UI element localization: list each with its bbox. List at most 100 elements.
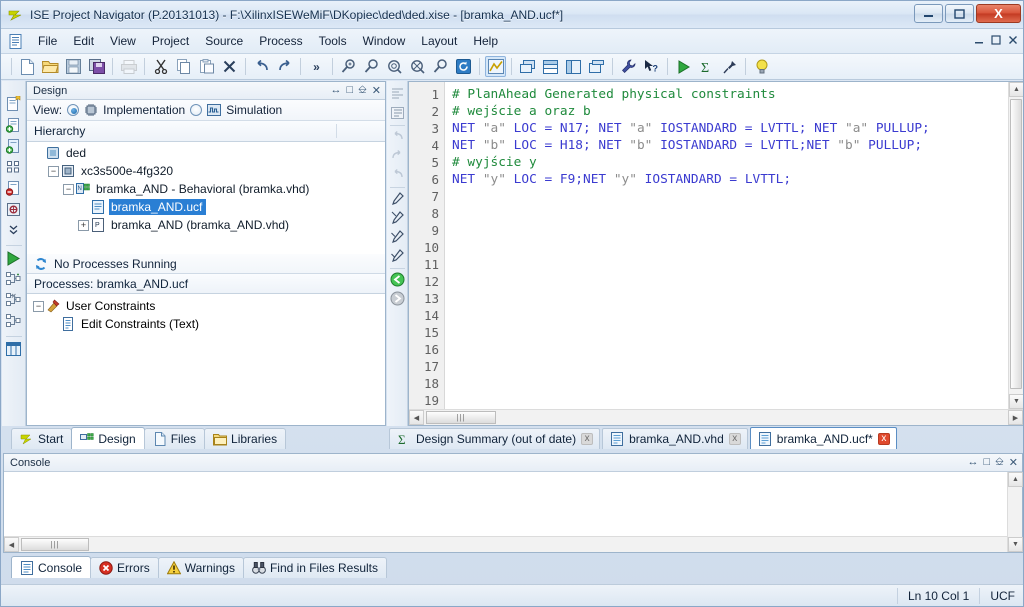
- code-line[interactable]: [452, 324, 1023, 341]
- editor-tab-close-icon[interactable]: x: [581, 433, 594, 445]
- panel-4-icon[interactable]: [586, 56, 607, 77]
- open-file-icon[interactable]: [40, 56, 61, 77]
- process-tree[interactable]: − User Constraints Edit Constraints (Text): [27, 294, 385, 425]
- scroll-left-button[interactable]: ◀: [409, 410, 424, 425]
- paste-icon[interactable]: [196, 56, 217, 77]
- code-line[interactable]: # wejście a oraz b: [452, 103, 1023, 120]
- toggle-bookmark-icon[interactable]: [389, 209, 406, 226]
- code-line[interactable]: [452, 205, 1023, 222]
- mdi-close-button[interactable]: [1007, 34, 1020, 47]
- code-line[interactable]: [452, 358, 1023, 375]
- prev-bookmark-icon[interactable]: [389, 247, 406, 264]
- console-tab-errors[interactable]: Errors: [90, 557, 159, 578]
- design-tab-files[interactable]: Files: [143, 428, 206, 449]
- rerun-all-icon[interactable]: [5, 312, 23, 330]
- tree-collapse-toggle[interactable]: −: [33, 300, 44, 312]
- tree-collapse-toggle[interactable]: −: [48, 165, 59, 177]
- code-line[interactable]: [452, 307, 1023, 324]
- save-icon[interactable]: [63, 56, 84, 77]
- tree-node[interactable]: − xc3s500e-4fg320: [27, 162, 385, 180]
- run-icon[interactable]: [673, 56, 694, 77]
- add-copy-source-icon[interactable]: [5, 137, 23, 155]
- zoom-out-icon[interactable]: [407, 56, 428, 77]
- code-line[interactable]: [452, 188, 1023, 205]
- minimize-button[interactable]: [914, 4, 943, 23]
- editor-tab-close-icon[interactable]: x: [728, 433, 741, 445]
- pin-icon[interactable]: [719, 56, 740, 77]
- editor-tab[interactable]: bramka_AND.vhd x: [602, 428, 748, 449]
- code-line[interactable]: # wyjście y: [452, 154, 1023, 171]
- menu-item-process[interactable]: Process: [251, 31, 310, 51]
- remove-source-icon[interactable]: [5, 179, 23, 197]
- design-view-icon[interactable]: [485, 56, 506, 77]
- back-icon[interactable]: [389, 271, 406, 288]
- console-scroll-left-button[interactable]: ◀: [4, 537, 19, 552]
- code-line[interactable]: # PlanAhead Generated physical constrain…: [452, 86, 1023, 103]
- editor-tab[interactable]: Σ Design Summary (out of date) x: [389, 428, 601, 449]
- copy-icon[interactable]: [173, 56, 194, 77]
- code-line[interactable]: NET "b" LOC = H18; NET "b" IOSTANDARD = …: [452, 137, 1023, 154]
- code-line[interactable]: NET "y" LOC = F9;NET "y" IOSTANDARD = LV…: [452, 171, 1023, 188]
- scroll-up-button[interactable]: ▲: [1009, 82, 1023, 97]
- tree-node[interactable]: Edit Constraints (Text): [27, 315, 385, 333]
- next-bookmark-icon[interactable]: [389, 228, 406, 245]
- maximize-icon[interactable]: □: [346, 84, 353, 97]
- replace-icon[interactable]: [430, 56, 451, 77]
- menu-item-view[interactable]: View: [102, 31, 144, 51]
- float-icon[interactable]: ↔: [967, 456, 978, 469]
- idea-bulb-icon[interactable]: [751, 56, 772, 77]
- float-icon[interactable]: ↔: [330, 84, 341, 97]
- mdi-minimize-button[interactable]: [973, 34, 986, 47]
- maximize-button[interactable]: [945, 4, 974, 23]
- menu-item-project[interactable]: Project: [144, 31, 197, 51]
- view-option-simulation-label[interactable]: Simulation: [226, 103, 282, 117]
- code-line[interactable]: NET "a" LOC = N17; NET "a" IOSTANDARD = …: [452, 120, 1023, 137]
- zoom-in-icon[interactable]: [384, 56, 405, 77]
- close-button[interactable]: X: [976, 4, 1021, 23]
- sum-icon[interactable]: Σ: [696, 56, 717, 77]
- restore-icon[interactable]: ⎒: [995, 456, 1004, 469]
- menu-item-edit[interactable]: Edit: [65, 31, 102, 51]
- implement-top-icon[interactable]: [5, 270, 23, 288]
- redo-icon[interactable]: [274, 56, 295, 77]
- tree-node[interactable]: − User Constraints: [27, 297, 385, 315]
- save-all-icon[interactable]: [86, 56, 107, 77]
- cut-icon[interactable]: [150, 56, 171, 77]
- tree-node[interactable]: ded: [27, 144, 385, 162]
- code-line[interactable]: [452, 222, 1023, 239]
- editor-tab-close-icon[interactable]: x: [877, 432, 890, 445]
- tree-expand-toggle[interactable]: +: [78, 219, 89, 231]
- view-report-icon[interactable]: [5, 340, 23, 358]
- find-next-icon[interactable]: [361, 56, 382, 77]
- maximize-icon[interactable]: □: [983, 456, 990, 469]
- scroll-right-button[interactable]: ▶: [1008, 410, 1023, 425]
- add-source-icon[interactable]: [5, 116, 23, 134]
- design-tab-libraries[interactable]: Libraries: [204, 428, 287, 449]
- editor-tab[interactable]: bramka_AND.ucf* x: [749, 427, 897, 449]
- editor-horizontal-scrollbar[interactable]: ◀ ||| ▶: [409, 409, 1023, 425]
- code-line[interactable]: [452, 256, 1023, 273]
- vertical-scroll-thumb[interactable]: [1010, 99, 1022, 389]
- overflow-icon[interactable]: »: [306, 56, 327, 77]
- delete-icon[interactable]: [219, 56, 240, 77]
- code-line[interactable]: [452, 239, 1023, 256]
- design-tab-design[interactable]: Design: [71, 427, 145, 449]
- tree-node[interactable]: − Nbramka_AND - Behavioral (bramka.vhd): [27, 180, 385, 198]
- close-icon[interactable]: ✕: [372, 84, 381, 97]
- close-icon[interactable]: ✕: [1009, 456, 1018, 469]
- console-tab-console[interactable]: Console: [11, 556, 92, 578]
- console-scroll-down-button[interactable]: ▼: [1008, 537, 1023, 552]
- context-help-icon[interactable]: ?: [641, 56, 662, 77]
- horizontal-scroll-thumb[interactable]: |||: [426, 411, 496, 424]
- code-line[interactable]: [452, 375, 1023, 392]
- panel-1-icon[interactable]: [517, 56, 538, 77]
- code-line[interactable]: [452, 290, 1023, 307]
- tree-node[interactable]: + Pbramka_AND (bramka_AND.vhd): [27, 216, 385, 234]
- run-process-icon[interactable]: [5, 249, 23, 267]
- restore-icon[interactable]: ⎒: [358, 84, 367, 97]
- menu-item-tools[interactable]: Tools: [311, 31, 355, 51]
- code-content[interactable]: # PlanAhead Generated physical constrain…: [445, 82, 1023, 409]
- console-horizontal-scroll-thumb[interactable]: |||: [21, 538, 89, 551]
- settings-wrench-icon[interactable]: [618, 56, 639, 77]
- mdi-restore-button[interactable]: [990, 34, 1003, 47]
